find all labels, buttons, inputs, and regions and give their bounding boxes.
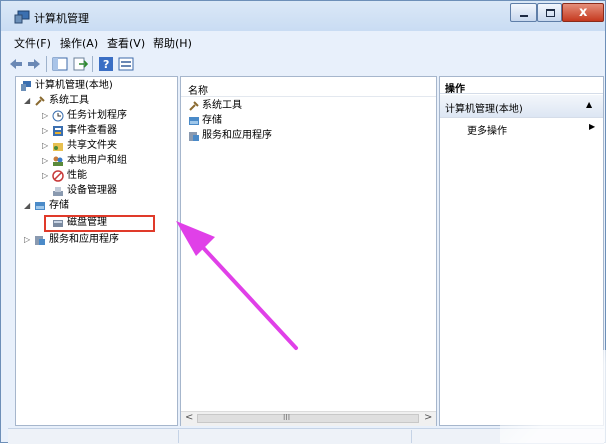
computer-management-icon xyxy=(14,10,30,24)
tree-item-label: 共享文件夹 xyxy=(67,140,117,151)
users-icon xyxy=(53,156,63,166)
more-actions-link[interactable]: 更多操作 xyxy=(467,122,507,137)
collapse-arrow-icon[interactable]: ◢ xyxy=(24,94,32,108)
list-item-label: 服务和应用程序 xyxy=(202,130,272,141)
scrollbar-grip: III xyxy=(283,413,291,422)
tree-item-label: 计算机管理(本地) xyxy=(35,80,113,91)
column-header-name[interactable]: 名称 xyxy=(181,77,436,97)
actions-section-header[interactable]: 计算机管理(本地) ▲ xyxy=(440,95,603,118)
light-glare xyxy=(500,350,606,443)
menu-help[interactable]: 帮助(H) xyxy=(153,35,192,51)
status-separator xyxy=(411,430,412,443)
toolbar-separator xyxy=(46,56,47,72)
expand-arrow-icon[interactable]: ▷ xyxy=(42,124,50,138)
minimize-button[interactable] xyxy=(510,3,537,22)
toolbar-separator xyxy=(92,56,93,72)
back-icon[interactable] xyxy=(8,56,24,72)
services-icon xyxy=(189,132,199,141)
tree-item-label: 本地用户和组 xyxy=(67,155,127,166)
maximize-button[interactable] xyxy=(537,3,562,22)
actions-header: 操作 xyxy=(440,77,603,95)
tree-item-label: 设备管理器 xyxy=(67,185,117,196)
performance-icon xyxy=(52,170,64,182)
computer-management-icon xyxy=(21,81,31,91)
expand-arrow-icon[interactable]: ▷ xyxy=(42,154,50,168)
menu-action[interactable]: 操作(A) xyxy=(60,35,98,51)
window-title: 计算机管理 xyxy=(34,12,89,25)
help-icon[interactable]: ? xyxy=(98,56,114,72)
tools-icon xyxy=(189,101,199,111)
scroll-left-icon[interactable]: < xyxy=(185,412,193,423)
storage-icon xyxy=(35,202,45,210)
storage-icon xyxy=(189,117,199,125)
expand-arrow-icon[interactable]: ▷ xyxy=(42,139,50,153)
shared-folder-icon xyxy=(53,143,63,151)
collapse-up-icon[interactable]: ▲ xyxy=(586,100,592,109)
column-header-label: 名称 xyxy=(188,86,208,97)
console-tree: 计算机管理(本地) ◢ 系统工具 ▷ 任务计划程序 ▷ 事件查看器 ▷ 共享文件… xyxy=(15,76,178,426)
export-icon[interactable] xyxy=(72,56,88,72)
close-icon: x xyxy=(579,5,588,20)
properties-icon[interactable] xyxy=(118,56,134,72)
highlight-box xyxy=(44,215,155,232)
services-icon xyxy=(35,236,45,245)
actions-section-label: 计算机管理(本地) xyxy=(445,104,523,115)
menu-view[interactable]: 查看(V) xyxy=(107,35,145,51)
tree-item-label: 性能 xyxy=(67,170,87,181)
menu-file[interactable]: 文件(F) xyxy=(14,35,51,51)
title-bar: 计算机管理 x xyxy=(1,1,605,31)
status-separator xyxy=(178,430,179,443)
close-button[interactable]: x xyxy=(562,3,604,22)
tools-icon xyxy=(35,96,45,106)
tree-item-label: 系统工具 xyxy=(49,95,89,106)
expand-arrow-icon[interactable]: ▷ xyxy=(42,109,50,123)
actions-title: 操作 xyxy=(445,84,465,95)
show-hide-tree-icon[interactable] xyxy=(52,56,68,72)
list-item-label: 存储 xyxy=(202,115,222,126)
expand-arrow-icon[interactable]: ▷ xyxy=(24,233,32,247)
tree-item-label: 任务计划程序 xyxy=(67,110,127,121)
event-viewer-icon xyxy=(53,126,63,136)
horizontal-scrollbar[interactable]: < III > xyxy=(181,411,436,426)
menu-bar: 文件(F) 操作(A) 查看(V) 帮助(H) xyxy=(8,32,604,52)
content-pane: 名称 系统工具 存储 服务和应用程序 < III > xyxy=(180,76,437,426)
scrollbar-thumb[interactable]: III xyxy=(197,413,419,423)
scroll-right-icon[interactable]: > xyxy=(424,412,432,423)
list-item-label: 系统工具 xyxy=(202,100,242,111)
forward-icon[interactable] xyxy=(26,56,42,72)
tree-item-label: 存储 xyxy=(49,200,69,211)
toolbar: ? xyxy=(8,53,604,75)
svg-text:?: ? xyxy=(103,58,109,71)
device-manager-icon xyxy=(53,187,63,196)
clock-icon xyxy=(52,110,64,122)
submenu-arrow-icon: ▶ xyxy=(589,122,596,131)
collapse-arrow-icon[interactable]: ◢ xyxy=(24,199,32,213)
tree-item-label: 服务和应用程序 xyxy=(49,234,119,245)
expand-arrow-icon[interactable]: ▷ xyxy=(42,169,50,183)
tree-item-label: 事件查看器 xyxy=(67,125,117,136)
